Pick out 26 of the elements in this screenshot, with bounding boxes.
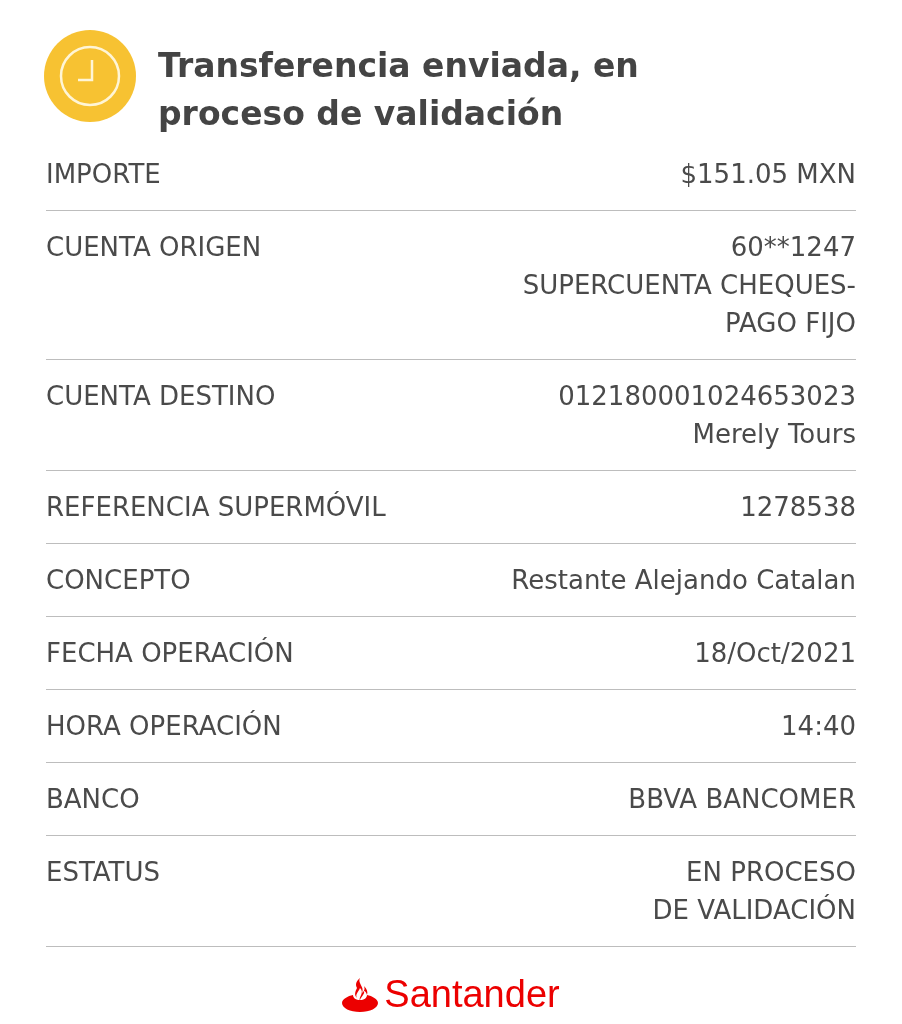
detail-value: 14:40 — [781, 710, 856, 743]
brand-logo: Santander — [384, 973, 560, 1016]
detail-value: 18/Oct/2021 — [694, 637, 856, 670]
detail-label: FECHA OPERACIÓN — [46, 636, 294, 670]
detail-label: REFERENCIA SUPERMÓVIL — [46, 490, 386, 524]
detail-label: CUENTA ORIGEN — [46, 231, 262, 264]
detail-value: $151.05 MXN — [680, 158, 856, 191]
detail-value: PAGO FIJO — [725, 307, 856, 340]
detail-label: BANCO — [46, 783, 140, 816]
detail-label: HORA OPERACIÓN — [46, 709, 282, 743]
detail-value: Merely Tours — [692, 418, 856, 451]
detail-value: SUPERCUENTA CHEQUES- — [522, 269, 856, 302]
detail-value: BBVA BANCOMER — [628, 783, 856, 816]
detail-value: 60**1247 — [730, 231, 856, 264]
detail-value: EN PROCESO — [686, 856, 856, 889]
detail-label: CUENTA DESTINO — [46, 380, 276, 413]
detail-label: ESTATUS — [46, 856, 160, 889]
clock-icon — [44, 30, 136, 122]
detail-value: 1278538 — [740, 491, 856, 524]
detail-label: CONCEPTO — [46, 564, 191, 597]
confirmation-title: Transferencia enviada, en proceso de validación — [158, 45, 640, 135]
detail-value: Restante Alejando Catalan — [511, 564, 856, 597]
detail-label: IMPORTE — [46, 158, 161, 191]
detail-value: DE VALIDACIÓN — [652, 893, 856, 927]
flame-icon — [342, 977, 379, 1012]
detail-value: 012180001024653023 — [558, 380, 856, 413]
